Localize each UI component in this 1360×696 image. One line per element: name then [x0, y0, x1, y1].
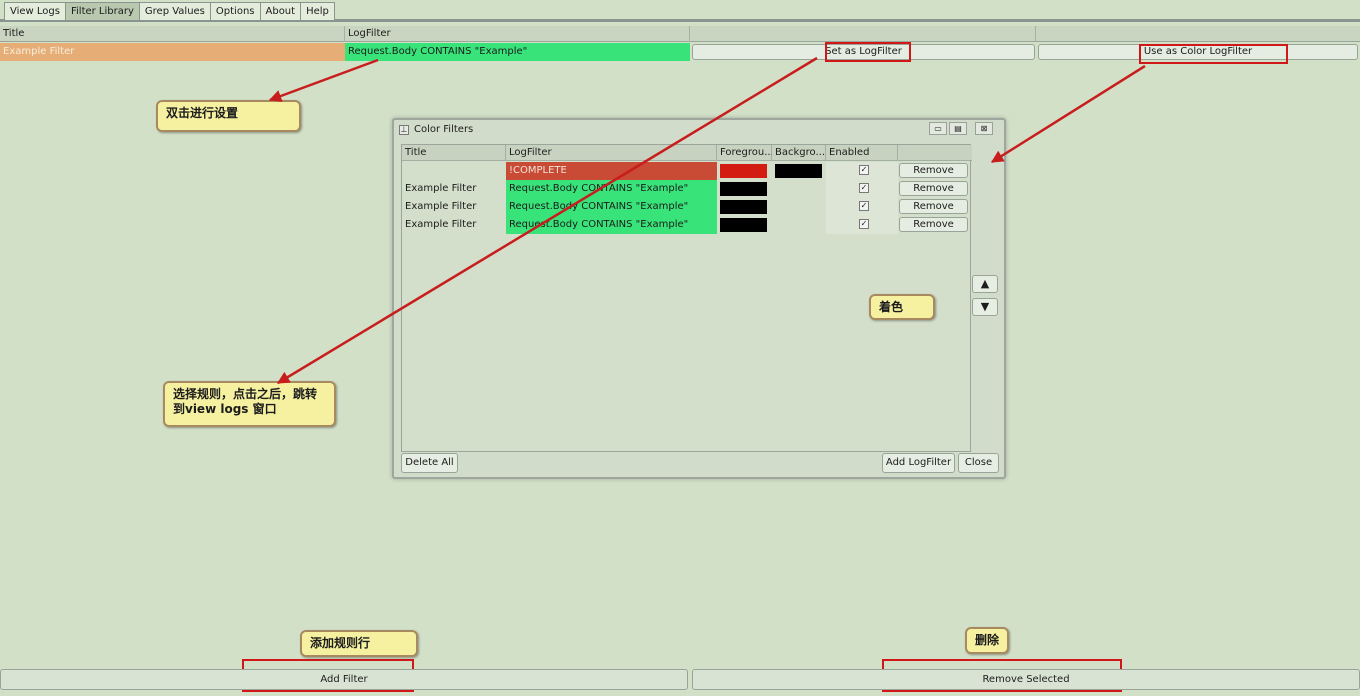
- cf-logfilter-cell[interactable]: Request.Body CONTAINS "Example": [506, 180, 717, 198]
- column-header-title[interactable]: Title: [0, 26, 345, 42]
- tab-about[interactable]: About: [259, 2, 302, 20]
- table-row[interactable]: Example Filter Request.Body CONTAINS "Ex…: [402, 198, 970, 216]
- column-header-set[interactable]: [690, 26, 1036, 42]
- arrow-to-double-click-callout: [268, 58, 379, 102]
- tab-list: View Logs Filter Library Grep Values Opt…: [4, 2, 335, 20]
- tab-options[interactable]: Options: [209, 2, 261, 20]
- enabled-checkbox[interactable]: ✓: [859, 201, 869, 211]
- tab-grep-values[interactable]: Grep Values: [138, 2, 211, 20]
- cf-header-actions: [898, 145, 972, 161]
- cf-title-cell[interactable]: [402, 162, 506, 180]
- cf-logfilter-cell[interactable]: Request.Body CONTAINS "Example": [506, 198, 717, 216]
- callout-double-click: 双击进行设置: [156, 100, 301, 132]
- callout-select-rule: 选择规则，点击之后，跳转到view logs 窗口: [163, 381, 336, 427]
- callout-coloring: 着色: [869, 294, 935, 320]
- highlight-use-as-color: [1139, 44, 1288, 64]
- cf-header-logfilter[interactable]: LogFilter: [506, 145, 717, 161]
- cf-title-cell[interactable]: Example Filter: [402, 198, 506, 216]
- window-app-icon: ⊥: [399, 125, 409, 135]
- table-row[interactable]: !COMPLETE ✓ Remove: [402, 162, 970, 180]
- cf-logfilter-cell[interactable]: Request.Body CONTAINS "Example": [506, 216, 717, 234]
- move-down-button[interactable]: ▼: [972, 298, 998, 316]
- tab-bar: View Logs Filter Library Grep Values Opt…: [0, 0, 1360, 22]
- move-up-button[interactable]: ▲: [972, 275, 998, 293]
- remove-selected-button[interactable]: Remove Selected: [692, 669, 1360, 690]
- cf-header-foreground[interactable]: Foregrou...: [717, 145, 774, 161]
- remove-button[interactable]: Remove: [899, 217, 968, 232]
- close-window-icon[interactable]: ⊠: [975, 122, 993, 135]
- foreground-swatch[interactable]: [720, 164, 767, 178]
- row-logfilter-cell[interactable]: Request.Body CONTAINS "Example": [345, 43, 690, 61]
- remove-button[interactable]: Remove: [899, 163, 968, 178]
- minimize-icon[interactable]: ▭: [929, 122, 947, 135]
- remove-button[interactable]: Remove: [899, 181, 968, 196]
- delete-all-button[interactable]: Delete All: [401, 453, 458, 473]
- background-swatch[interactable]: [775, 218, 822, 232]
- background-swatch[interactable]: [775, 164, 822, 178]
- cf-header-enabled[interactable]: Enabled: [826, 145, 898, 161]
- maximize-icon[interactable]: ▤: [949, 122, 967, 135]
- tab-help[interactable]: Help: [300, 2, 335, 20]
- enabled-checkbox[interactable]: ✓: [859, 183, 869, 193]
- enabled-checkbox[interactable]: ✓: [859, 219, 869, 229]
- row-title-cell[interactable]: Example Filter: [0, 43, 345, 61]
- dialog-title-bar: ⊥ Color Filters ▭ ▤ ⊠: [394, 120, 1004, 140]
- table-row[interactable]: Example Filter Request.Body CONTAINS "Ex…: [402, 180, 970, 198]
- cf-logfilter-cell[interactable]: !COMPLETE: [506, 162, 717, 180]
- tab-view-logs[interactable]: View Logs: [4, 2, 66, 20]
- bottom-bar: Add Filter Remove Selected: [0, 669, 1360, 691]
- close-button[interactable]: Close: [958, 453, 999, 473]
- column-header-color[interactable]: [1036, 26, 1360, 42]
- cf-title-cell[interactable]: Example Filter: [402, 180, 506, 198]
- enabled-checkbox[interactable]: ✓: [859, 165, 869, 175]
- callout-add-row: 添加规则行: [300, 630, 418, 657]
- foreground-swatch[interactable]: [720, 200, 767, 214]
- cf-title-cell[interactable]: Example Filter: [402, 216, 506, 234]
- foreground-swatch[interactable]: [720, 218, 767, 232]
- filter-table-header: Title LogFilter: [0, 26, 1360, 42]
- dialog-title: Color Filters: [414, 124, 474, 135]
- background-swatch[interactable]: [775, 200, 822, 214]
- arrow-to-color-dialog: [990, 64, 1146, 164]
- cf-header-background[interactable]: Backgro...: [772, 145, 826, 161]
- tab-filter-library[interactable]: Filter Library: [64, 2, 140, 20]
- add-filter-button[interactable]: Add Filter: [0, 669, 688, 690]
- callout-delete: 删除: [965, 627, 1009, 654]
- remove-button[interactable]: Remove: [899, 199, 968, 214]
- table-row[interactable]: Example Filter Request.Body CONTAINS "Ex…: [402, 216, 970, 234]
- column-header-logfilter[interactable]: LogFilter: [345, 26, 690, 42]
- highlight-set-as-logfilter: [825, 42, 911, 62]
- foreground-swatch[interactable]: [720, 182, 767, 196]
- cf-header-title[interactable]: Title: [402, 145, 506, 161]
- add-logfilter-button[interactable]: Add LogFilter: [882, 453, 955, 473]
- background-swatch[interactable]: [775, 182, 822, 196]
